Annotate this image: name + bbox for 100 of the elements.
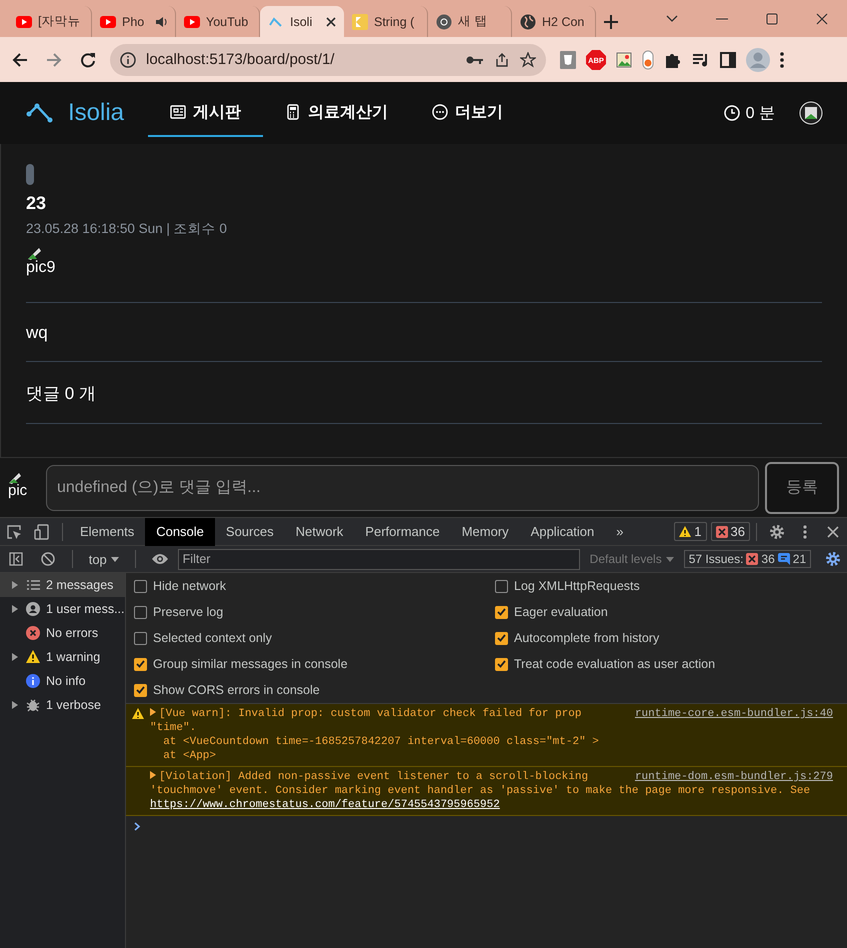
- nav-tab[interactable]: 의료계산기: [263, 89, 410, 137]
- checkbox[interactable]: [495, 580, 508, 592]
- more-icon[interactable]: [803, 524, 807, 538]
- checkbox[interactable]: [495, 658, 508, 670]
- check-icon: [136, 686, 145, 694]
- caret-icon: [666, 556, 674, 562]
- setting-label: Selected context only: [153, 631, 272, 645]
- sidebar-item[interactable]: No info: [0, 669, 125, 693]
- message-icon: [778, 553, 790, 565]
- settings-icon[interactable]: [825, 551, 842, 567]
- sidebar-item[interactable]: 1 user mess...: [0, 597, 125, 621]
- message-text: 'touchmove' event. Consider marking event handler as 'passive' to make the page more responsive. See: [150, 785, 810, 797]
- source-link[interactable]: runtime-dom.esm-bundler.js:279: [634, 770, 833, 784]
- sidebar-toggle-icon[interactable]: [8, 552, 23, 566]
- logo-text[interactable]: Isolia: [68, 99, 124, 127]
- bug-icon: [26, 698, 40, 712]
- forward-icon[interactable]: [46, 52, 62, 68]
- square-logo-icon: [352, 14, 368, 30]
- close-icon[interactable]: [827, 526, 839, 538]
- image-icon[interactable]: [616, 52, 632, 68]
- media-list-icon[interactable]: [692, 52, 710, 68]
- expand-arrow-icon[interactable]: [150, 771, 156, 779]
- key-icon[interactable]: [466, 54, 484, 64]
- submit-button[interactable]: 등록: [765, 462, 839, 514]
- newspaper-icon: [170, 104, 186, 120]
- sidebar-item[interactable]: No errors: [0, 621, 125, 645]
- setting-label: Show CORS errors in console: [153, 683, 320, 697]
- shield-icon[interactable]: [560, 50, 576, 68]
- filter-field[interactable]: Filter: [178, 548, 580, 570]
- more-icon[interactable]: [780, 52, 784, 68]
- sidebar-item[interactable]: 1 warning: [0, 645, 125, 669]
- expand-arrow-icon[interactable]: [12, 701, 18, 709]
- share-icon[interactable]: [494, 52, 510, 68]
- maximize-icon[interactable]: [766, 12, 778, 24]
- expand-arrow-icon[interactable]: [150, 708, 156, 716]
- warning-count[interactable]: 1: [674, 522, 707, 541]
- setting-label: Eager evaluation: [514, 605, 608, 619]
- comment-count: 댓글 0 개: [26, 383, 97, 405]
- image-alt-text: pic9: [26, 260, 56, 275]
- devtools-tab[interactable]: Network: [284, 518, 354, 546]
- calculator-icon: [285, 104, 302, 120]
- reload-icon[interactable]: [80, 52, 96, 68]
- checkbox[interactable]: [134, 684, 147, 696]
- checkbox[interactable]: [134, 606, 147, 618]
- broken-image-icon[interactable]: [799, 101, 823, 125]
- line-chart-icon[interactable]: [26, 102, 54, 124]
- checkbox[interactable]: [495, 632, 508, 644]
- address-bar[interactable]: localhost:5173/board/post/1/: [110, 44, 546, 76]
- side-panel-icon[interactable]: [720, 52, 736, 68]
- error-count[interactable]: 36: [710, 522, 750, 541]
- info-icon: [26, 674, 40, 688]
- globe-icon: [520, 14, 536, 30]
- tab-search-icon[interactable]: [666, 12, 678, 24]
- devtools-tab[interactable]: Performance: [354, 518, 451, 546]
- broken-image-icon: [8, 472, 22, 484]
- inspect-icon[interactable]: [6, 524, 22, 540]
- error-icon: [716, 526, 728, 538]
- user-icon: [26, 602, 40, 616]
- warning-icon: [679, 526, 692, 537]
- source-link[interactable]: runtime-core.esm-bundler.js:40: [634, 707, 833, 721]
- expand-arrow-icon[interactable]: [12, 581, 18, 589]
- message-link[interactable]: https://www.chromestatus.com/feature/5745543795965952: [150, 799, 500, 811]
- expand-arrow-icon[interactable]: [12, 653, 18, 661]
- more-tabs-button[interactable]: »: [605, 518, 635, 546]
- sidebar-item[interactable]: 1 verbose: [0, 693, 125, 717]
- check-icon: [497, 634, 506, 642]
- star-icon[interactable]: [520, 52, 536, 68]
- devtools-tab[interactable]: Memory: [450, 518, 520, 546]
- devtools-tab[interactable]: Console: [145, 518, 215, 546]
- nav-tab[interactable]: 게시판: [148, 89, 264, 137]
- context-select[interactable]: top: [82, 552, 125, 566]
- device-icon[interactable]: [34, 524, 50, 540]
- checkbox[interactable]: [495, 606, 508, 618]
- devtools-tab[interactable]: Application: [520, 518, 606, 546]
- toggle-icon[interactable]: [642, 50, 654, 70]
- close-icon[interactable]: [816, 12, 828, 24]
- close-icon[interactable]: [326, 16, 336, 26]
- devtools-tab[interactable]: Elements: [69, 518, 146, 546]
- message-text: at <VueCountdown time=-1685257842207 interval=60000 class="mt-2" >: [162, 736, 599, 748]
- eye-icon[interactable]: [150, 553, 169, 565]
- back-icon[interactable]: [12, 52, 28, 68]
- new-tab-icon[interactable]: [604, 14, 618, 28]
- checkbox[interactable]: [134, 580, 147, 592]
- sidebar-item[interactable]: 2 messages: [0, 573, 125, 597]
- comment-field[interactable]: undefined (으)로 댓글 입력...: [46, 464, 759, 510]
- devtools-tab[interactable]: Sources: [214, 518, 285, 546]
- expand-arrow-icon[interactable]: [12, 605, 18, 613]
- ellipsis-circle-icon: [432, 104, 448, 120]
- setting-label: Autocomplete from history: [514, 631, 660, 645]
- clear-icon[interactable]: [40, 552, 55, 566]
- issues-button[interactable]: 57 Issues: 36 21: [684, 550, 812, 568]
- browser-tab[interactable]: Isoli: [260, 6, 344, 37]
- prompt-chevron-icon[interactable]: [134, 822, 141, 831]
- caret-icon: [110, 556, 119, 562]
- message-text: "time".: [150, 722, 196, 734]
- checkbox[interactable]: [134, 632, 147, 644]
- nav-tab[interactable]: 더보기: [410, 89, 526, 137]
- settings-icon[interactable]: [769, 524, 785, 540]
- checkbox[interactable]: [134, 658, 147, 670]
- setting-label: Preserve log: [153, 605, 224, 619]
